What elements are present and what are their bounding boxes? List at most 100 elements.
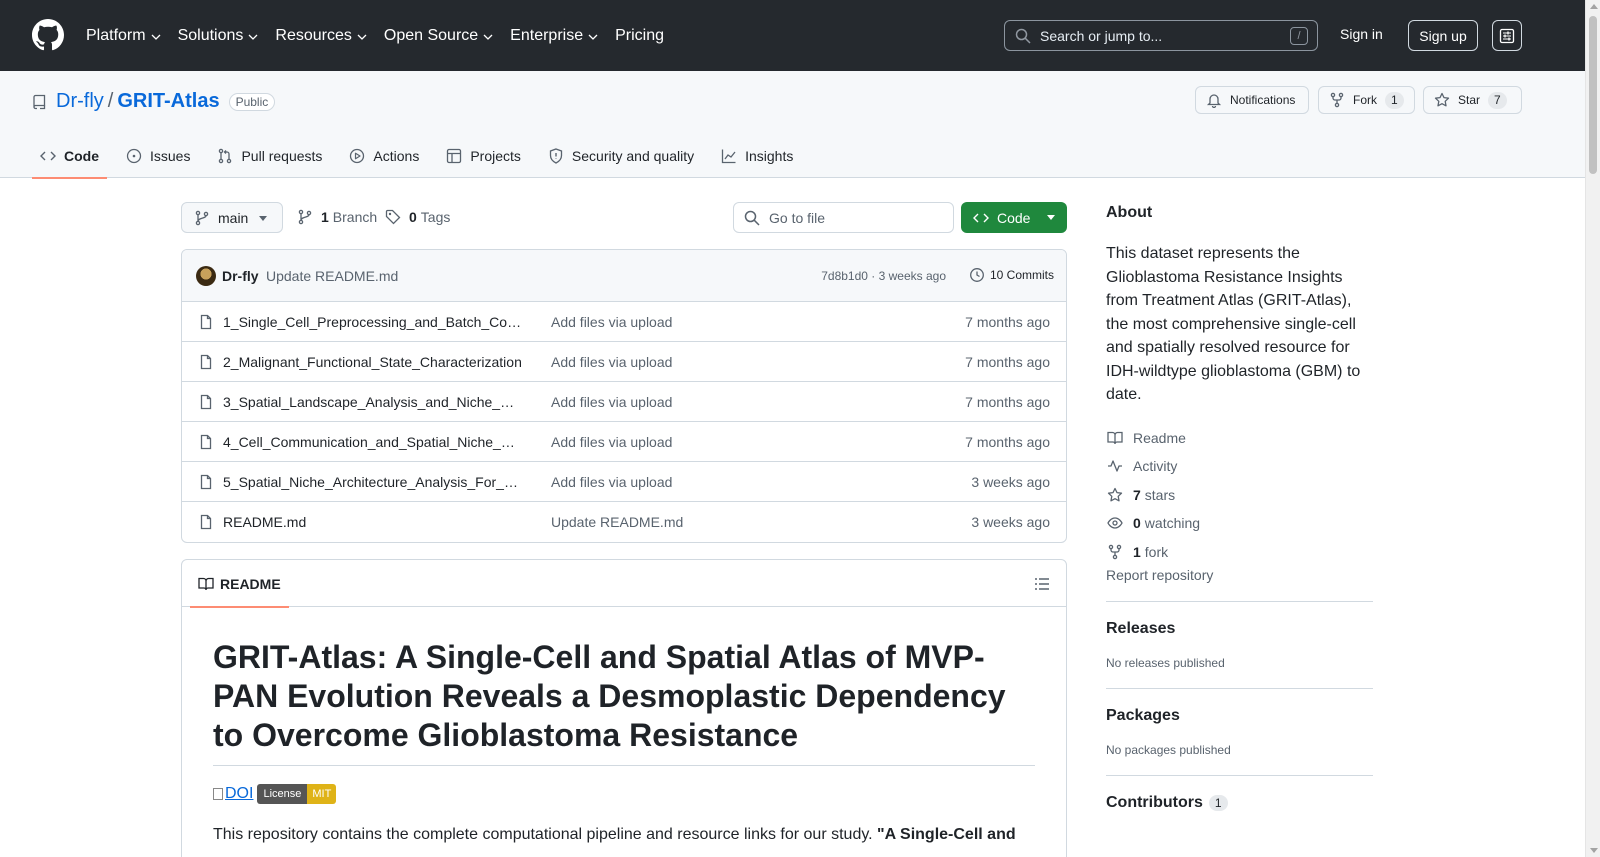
star-button[interactable]: Star 7	[1423, 86, 1522, 114]
file-commit-message[interactable]: Add files via upload	[551, 394, 672, 410]
file-name-link[interactable]: 3_Spatial_Landscape_Analysis_and_Niche_C…	[223, 394, 523, 410]
readme-link[interactable]: Readme	[1106, 424, 1373, 453]
table-row[interactable]: 3_Spatial_Landscape_Analysis_and_Niche_C…	[182, 382, 1066, 422]
branches-link[interactable]: 1 Branch	[297, 209, 377, 225]
table-row[interactable]: 1_Single_Cell_Preprocessing_and_Batch_Co…	[182, 302, 1066, 342]
fork-button[interactable]: Fork 1	[1318, 86, 1415, 114]
tab-code[interactable]: Code	[32, 133, 107, 179]
file-icon	[200, 514, 212, 530]
activity-link[interactable]: Activity	[1106, 452, 1373, 481]
readme-header: README	[182, 560, 1066, 608]
github-logo-icon[interactable]	[32, 19, 64, 51]
chevron-down-icon	[151, 34, 161, 40]
sign-up-button[interactable]: Sign up	[1408, 20, 1478, 51]
file-browser: Dr-fly Update README.md 7d8b1d0 · 3 week…	[181, 249, 1067, 543]
scroll-up-icon[interactable]	[1590, 4, 1598, 9]
go-to-file-input[interactable]: Go to file	[733, 202, 954, 233]
tags-link[interactable]: 0 Tags	[385, 209, 450, 225]
forks-link[interactable]: 1 fork	[1106, 538, 1373, 567]
visibility-badge: Public	[228, 92, 276, 111]
commit-message[interactable]: Update README.md	[266, 268, 398, 284]
star-icon	[1434, 92, 1450, 107]
nav-resources[interactable]: Resources	[275, 27, 367, 45]
table-row[interactable]: 4_Cell_Communication_and_Spatial_Niche_V…	[182, 422, 1066, 462]
chevron-down-icon	[483, 34, 493, 40]
nav-solutions[interactable]: Solutions	[178, 27, 259, 45]
fork-icon	[1330, 92, 1344, 108]
watching-link[interactable]: 0 watching	[1106, 509, 1373, 538]
file-age: 3 weeks ago	[971, 514, 1050, 530]
tab-pull-requests[interactable]: Pull requests	[209, 133, 330, 178]
file-commit-message[interactable]: Add files via upload	[551, 354, 672, 370]
table-row[interactable]: README.md Update README.md 3 weeks ago	[182, 502, 1066, 542]
bell-icon	[1206, 94, 1222, 108]
file-commit-message[interactable]: Add files via upload	[551, 434, 672, 450]
commit-meta[interactable]: 7d8b1d0 · 3 weeks ago	[821, 269, 946, 283]
book-icon	[198, 577, 214, 590]
report-repository-link[interactable]: Report repository	[1106, 567, 1373, 583]
page-scrollbar[interactable]	[1585, 0, 1600, 857]
file-name-link[interactable]: 1_Single_Cell_Preprocessing_and_Batch_Co…	[223, 314, 523, 330]
file-name-link[interactable]: 4_Cell_Communication_and_Spatial_Niche_V…	[223, 434, 523, 450]
nav-platform[interactable]: Platform	[86, 27, 161, 45]
readme-intro: This repository contains the complete co…	[213, 826, 1016, 843]
nav-open-source[interactable]: Open Source	[384, 27, 493, 45]
packages-heading[interactable]: Packages	[1106, 707, 1373, 725]
file-age: 7 months ago	[965, 354, 1050, 370]
table-icon	[447, 148, 462, 163]
scroll-down-icon[interactable]	[1590, 848, 1598, 853]
avatar[interactable]	[196, 266, 216, 286]
file-commit-message[interactable]: Add files via upload	[551, 314, 672, 330]
global-search-input[interactable]: Search or jump to... /	[1004, 20, 1318, 51]
fork-count: 1	[1385, 91, 1404, 109]
commit-author[interactable]: Dr-fly	[222, 268, 259, 284]
repo-toolbar: main 1 Branch 0 Tags Go to file Code	[181, 202, 1067, 233]
doi-badge-link[interactable]: DOI	[213, 785, 253, 803]
releases-section: Releases No releases published	[1106, 601, 1373, 670]
tab-insights[interactable]: Insights	[713, 133, 801, 178]
header-menu-button[interactable]	[1492, 20, 1522, 51]
caret-down-icon	[259, 216, 267, 221]
repo-owner-link[interactable]: Dr-fly	[56, 90, 104, 113]
file-name-link[interactable]: README.md	[223, 514, 523, 530]
shield-icon	[549, 147, 563, 164]
nav-pricing[interactable]: Pricing	[615, 27, 664, 45]
readme-badges: DOI License MIT	[213, 784, 337, 804]
caret-down-icon	[1047, 215, 1055, 220]
code-icon	[973, 213, 989, 222]
current-branch: main	[218, 209, 249, 226]
branch-selector-button[interactable]: main	[181, 202, 283, 233]
license-badge[interactable]: License MIT	[257, 784, 337, 804]
fork-icon	[1108, 544, 1122, 559]
branch-icon	[298, 209, 312, 225]
nav-enterprise[interactable]: Enterprise	[510, 27, 598, 45]
tab-projects[interactable]: Projects	[438, 133, 529, 178]
commits-link[interactable]: 10 Commits	[969, 267, 1054, 283]
file-name-link[interactable]: 2_Malignant_Functional_State_Characteriz…	[223, 354, 523, 370]
file-icon	[200, 434, 212, 450]
stars-link[interactable]: 7 stars	[1106, 481, 1373, 510]
scrollbar-thumb[interactable]	[1589, 16, 1597, 174]
tab-issues[interactable]: Issues	[118, 133, 198, 178]
tab-actions[interactable]: Actions	[341, 133, 427, 178]
sliders-icon	[1499, 28, 1515, 43]
file-age: 3 weeks ago	[971, 474, 1050, 490]
file-age: 7 months ago	[965, 394, 1050, 410]
contributors-heading[interactable]: Contributors 1	[1106, 794, 1373, 812]
table-row[interactable]: 2_Malignant_Functional_State_Characteriz…	[182, 342, 1066, 382]
table-row[interactable]: 5_Spatial_Niche_Architecture_Analysis_Fo…	[182, 462, 1066, 502]
file-commit-message[interactable]: Add files via upload	[551, 474, 672, 490]
repo-name-link[interactable]: GRIT-Atlas	[117, 90, 219, 113]
sign-in-link[interactable]: Sign in	[1340, 26, 1383, 42]
table-of-contents-button[interactable]	[1034, 576, 1050, 592]
tab-security[interactable]: Security and quality	[540, 133, 702, 178]
latest-commit-bar: Dr-fly Update README.md 7d8b1d0 · 3 week…	[182, 250, 1066, 302]
releases-heading[interactable]: Releases	[1106, 620, 1373, 638]
code-dropdown-button[interactable]: Code	[961, 202, 1067, 233]
readme-tab[interactable]: README	[190, 560, 289, 608]
file-name-link[interactable]: 5_Spatial_Niche_Architecture_Analysis_Fo…	[223, 474, 523, 490]
file-commit-message[interactable]: Update README.md	[551, 514, 683, 530]
notifications-button[interactable]: Notifications	[1195, 86, 1309, 114]
star-icon	[1107, 487, 1123, 502]
global-header: Platform Solutions Resources Open Source…	[0, 0, 1585, 71]
